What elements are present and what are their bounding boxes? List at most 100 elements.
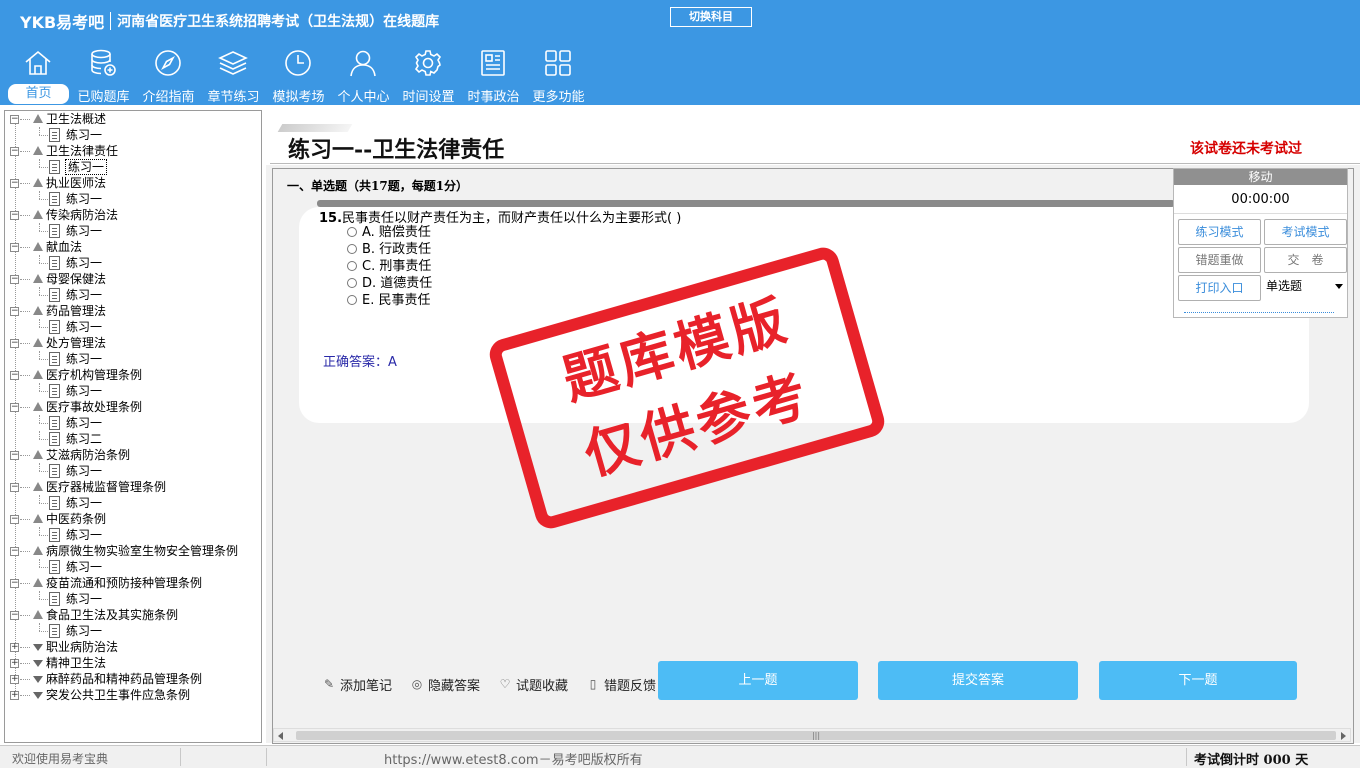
tree-node[interactable]: − 食品卫生法及其实施条例 xyxy=(5,607,261,623)
collapse-icon[interactable]: − xyxy=(10,339,19,348)
tree-leaf[interactable]: 练习一 xyxy=(5,351,261,367)
collapse-icon[interactable]: − xyxy=(10,451,19,460)
add-note-action[interactable]: ✎ 添加笔记 xyxy=(322,674,392,694)
tree-leaf[interactable]: 练习一 xyxy=(5,159,261,175)
print-button[interactable]: 打印入口 xyxy=(1178,275,1261,301)
nav-personal[interactable]: 个人中心 xyxy=(331,46,396,105)
tree-node[interactable]: − 卫生法概述 xyxy=(5,111,261,127)
nav-chapters[interactable]: 章节练习 xyxy=(201,46,266,105)
question-type-select[interactable]: 单选题 xyxy=(1264,273,1347,299)
tree-node[interactable]: − 卫生法律责任 xyxy=(5,143,261,159)
collapse-icon[interactable]: − xyxy=(10,211,19,220)
radio-icon[interactable] xyxy=(347,278,357,288)
collapse-icon[interactable]: − xyxy=(10,611,19,620)
scroll-thumb[interactable]: ||| xyxy=(296,731,1336,740)
tree-node[interactable]: − 母婴保健法 xyxy=(5,271,261,287)
radio-icon[interactable] xyxy=(347,244,357,254)
collapse-icon[interactable]: − xyxy=(10,115,19,124)
tree-leaf[interactable]: 练习一 xyxy=(5,287,261,303)
collapse-icon[interactable]: − xyxy=(10,371,19,380)
tree-connector xyxy=(20,647,30,648)
scroll-right-icon[interactable] xyxy=(1341,732,1346,740)
tree-leaf[interactable]: 练习一 xyxy=(5,191,261,207)
option-e[interactable]: E. 民事责任 xyxy=(347,292,430,309)
expand-icon[interactable]: + xyxy=(10,675,19,684)
tree-leaf[interactable]: 练习一 xyxy=(5,255,261,271)
tree-connector xyxy=(39,167,48,168)
submit-answer-button[interactable]: 提交答案 xyxy=(878,661,1078,700)
practice-mode-button[interactable]: 练习模式 xyxy=(1178,219,1261,245)
folder-icon xyxy=(33,338,43,347)
collapse-icon[interactable]: − xyxy=(10,515,19,524)
hide-answer-action[interactable]: ◎ 隐藏答案 xyxy=(410,674,480,694)
nav-purchased[interactable]: 已购题库 xyxy=(71,46,136,105)
option-d[interactable]: D. 道德责任 xyxy=(347,275,432,292)
option-a[interactable]: A. 赔偿责任 xyxy=(347,224,431,241)
tree-node[interactable]: − 艾滋病防治条例 xyxy=(5,447,261,463)
redo-wrong-button[interactable]: 错题重做 xyxy=(1178,247,1261,273)
tree-leaf[interactable]: 练习一 xyxy=(5,463,261,479)
nav-more[interactable]: 更多功能 xyxy=(526,46,591,105)
nav-mock-exam[interactable]: 模拟考场 xyxy=(266,46,331,105)
tree-leaf[interactable]: 练习一 xyxy=(5,559,261,575)
nav-current-affairs[interactable]: 时事政治 xyxy=(461,46,526,105)
nav-time-settings[interactable]: 时间设置 xyxy=(396,46,461,105)
tree-node[interactable]: − 医疗机构管理条例 xyxy=(5,367,261,383)
collapse-icon[interactable]: − xyxy=(10,403,19,412)
tree-leaf[interactable]: 练习一 xyxy=(5,127,261,143)
tree-node[interactable]: + 精神卫生法 xyxy=(5,655,261,671)
tree-node[interactable]: − 处方管理法 xyxy=(5,335,261,351)
radio-icon[interactable] xyxy=(347,261,357,271)
radio-icon[interactable] xyxy=(347,227,357,237)
brand-separator xyxy=(110,12,112,30)
tree-node[interactable]: − 献血法 xyxy=(5,239,261,255)
tree-node[interactable]: − 病原微生物实验室生物安全管理条例 xyxy=(5,543,261,559)
tree-node[interactable]: − 传染病防治法 xyxy=(5,207,261,223)
nav-home[interactable]: 首页 xyxy=(6,46,71,104)
tree-leaf[interactable]: 练习一 xyxy=(5,223,261,239)
tree-leaf[interactable]: 练习一 xyxy=(5,319,261,335)
option-b[interactable]: B. 行政责任 xyxy=(347,241,431,258)
nav-guide[interactable]: 介绍指南 xyxy=(136,46,201,105)
collapse-icon[interactable]: − xyxy=(10,147,19,156)
favorite-action[interactable]: ♡ 试题收藏 xyxy=(498,674,568,694)
collapse-icon[interactable]: − xyxy=(10,179,19,188)
tree-node[interactable]: − 药品管理法 xyxy=(5,303,261,319)
tree-leaf[interactable]: 练习一 xyxy=(5,623,261,639)
prev-question-button[interactable]: 上一题 xyxy=(658,661,858,700)
expand-icon[interactable]: + xyxy=(10,643,19,652)
tree-leaf[interactable]: 练习一 xyxy=(5,591,261,607)
radio-icon[interactable] xyxy=(347,295,357,305)
collapse-icon[interactable]: − xyxy=(10,243,19,252)
tree-leaf[interactable]: 练习二 xyxy=(5,431,261,447)
tree-node[interactable]: − 医疗事故处理条例 xyxy=(5,399,261,415)
tree-node[interactable]: + 职业病防治法 xyxy=(5,639,261,655)
option-c[interactable]: C. 刑事责任 xyxy=(347,258,431,275)
tree-node[interactable]: + 突发公共卫生事件应急条例 xyxy=(5,687,261,703)
tree-node[interactable]: + 麻醉药品和精神药品管理条例 xyxy=(5,671,261,687)
next-question-button[interactable]: 下一题 xyxy=(1099,661,1297,700)
horizontal-scrollbar[interactable]: ||| xyxy=(273,728,1351,742)
tree-node[interactable]: − 医疗器械监督管理条例 xyxy=(5,479,261,495)
collapse-icon[interactable]: − xyxy=(10,547,19,556)
tree-node[interactable]: − 疫苗流通和预防接种管理条例 xyxy=(5,575,261,591)
tree-node[interactable]: − 执业医师法 xyxy=(5,175,261,191)
collapse-icon[interactable]: − xyxy=(10,275,19,284)
tree-leaf[interactable]: 练习一 xyxy=(5,527,261,543)
tree-leaf[interactable]: 练习一 xyxy=(5,383,261,399)
tree-node-label: 疫苗流通和预防接种管理条例 xyxy=(46,576,203,590)
collapse-icon[interactable]: − xyxy=(10,483,19,492)
feedback-action[interactable]: ▯ 错题反馈 xyxy=(586,674,656,694)
panel-move-handle[interactable]: 移动 xyxy=(1174,169,1347,185)
tree-leaf[interactable]: 练习一 xyxy=(5,495,261,511)
collapse-icon[interactable]: − xyxy=(10,307,19,316)
collapse-icon[interactable]: − xyxy=(10,579,19,588)
switch-subject-button[interactable]: 切换科目 xyxy=(670,7,752,27)
scroll-left-icon[interactable] xyxy=(278,732,283,740)
expand-icon[interactable]: + xyxy=(10,659,19,668)
exam-mode-button[interactable]: 考试模式 xyxy=(1264,219,1347,245)
tree-leaf[interactable]: 练习一 xyxy=(5,415,261,431)
hand-in-button[interactable]: 交 卷 xyxy=(1264,247,1347,273)
expand-icon[interactable]: + xyxy=(10,691,19,700)
tree-node[interactable]: − 中医药条例 xyxy=(5,511,261,527)
